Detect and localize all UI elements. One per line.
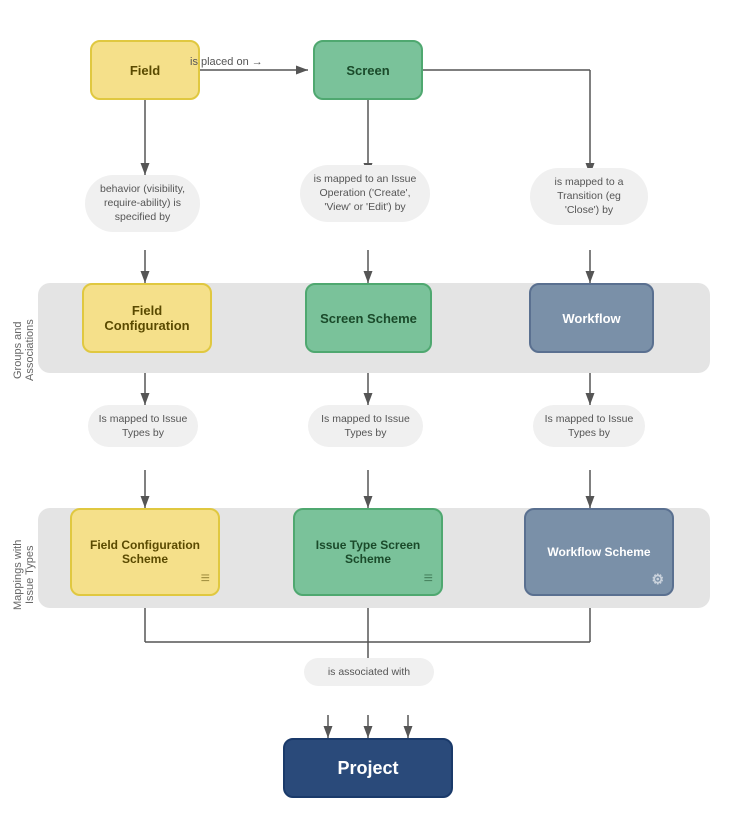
mappings-section-label: Mappings with Issue Types xyxy=(12,530,36,620)
screen-scheme-box: Screen Scheme xyxy=(305,283,432,353)
issue-type-screen-scheme-box: Issue Type Screen Scheme ≡ xyxy=(293,508,443,596)
workflow-label: Workflow xyxy=(562,311,620,326)
workflow-scheme-node: Workflow Scheme ⚙ xyxy=(524,508,674,596)
workflow-scheme-box: Workflow Scheme ⚙ xyxy=(524,508,674,596)
groups-section-label: Groups and Associations xyxy=(12,310,36,390)
field-to-screen-label: is placed on → xyxy=(190,56,263,68)
field-configuration-label: Field Configuration xyxy=(96,303,198,333)
project-label: Project xyxy=(337,758,398,779)
field-configuration-node: Field Configuration xyxy=(82,283,212,353)
bubble-behavior: behavior (visibility, require-ability) i… xyxy=(85,175,200,232)
screen-node: Screen xyxy=(313,40,423,100)
screen-scheme-label: Screen Scheme xyxy=(320,311,417,326)
workflow-scheme-label: Workflow Scheme xyxy=(547,545,650,559)
bubble-wf-mapped: Is mapped to Issue Types by xyxy=(533,405,645,447)
bubble-screen-transition: is mapped to a Transition (eg 'Close') b… xyxy=(530,168,648,225)
project-box: Project xyxy=(283,738,453,798)
bubble-screen-operation: is mapped to an Issue Operation ('Create… xyxy=(300,165,430,222)
workflow-box: Workflow xyxy=(529,283,654,353)
list-icon-2: ≡ xyxy=(424,570,433,588)
diagram-container: Field is placed on → Screen Groups and A… xyxy=(0,0,735,820)
screen-node-box: Screen xyxy=(313,40,423,100)
screen-label: Screen xyxy=(346,63,389,78)
project-node: Project xyxy=(283,738,453,798)
field-config-scheme-label: Field Configuration Scheme xyxy=(84,538,206,566)
workflow-icon: ⚙ xyxy=(651,571,664,588)
field-configuration-box: Field Configuration xyxy=(82,283,212,353)
issue-type-screen-scheme-label: Issue Type Screen Scheme xyxy=(307,538,429,566)
bubble-ss-mapped: Is mapped to Issue Types by xyxy=(308,405,423,447)
field-label: Field xyxy=(130,63,160,78)
field-config-scheme-node: Field Configuration Scheme ≡ xyxy=(70,508,220,596)
field-node: Field xyxy=(90,40,200,100)
workflow-node: Workflow xyxy=(529,283,654,353)
bubble-associated: is associated with xyxy=(304,658,434,686)
main-diagram: Field is placed on → Screen Groups and A… xyxy=(10,20,725,800)
field-config-scheme-box: Field Configuration Scheme ≡ xyxy=(70,508,220,596)
field-node-box: Field xyxy=(90,40,200,100)
bubble-fc-mapped: Is mapped to Issue Types by xyxy=(88,405,198,447)
screen-scheme-node: Screen Scheme xyxy=(305,283,432,353)
issue-type-screen-scheme-node: Issue Type Screen Scheme ≡ xyxy=(293,508,443,596)
list-icon: ≡ xyxy=(201,570,210,588)
